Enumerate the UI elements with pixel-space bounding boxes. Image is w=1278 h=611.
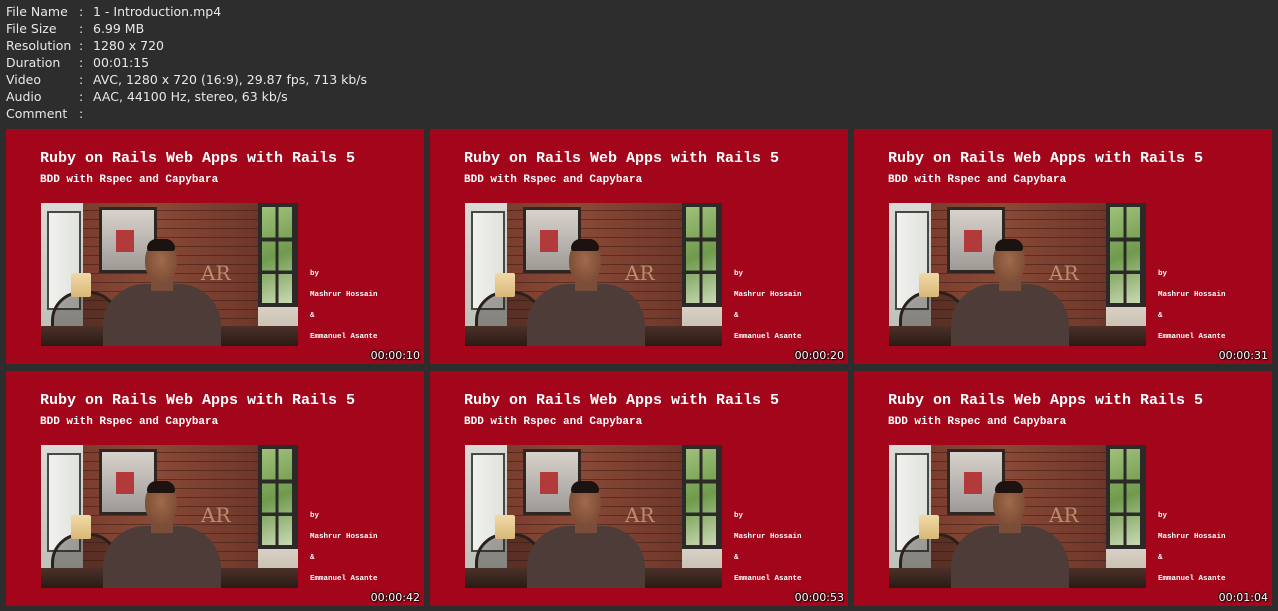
slide-subtitle: BDD with Rspec and Capybara — [888, 174, 1067, 186]
info-separator: : — [79, 38, 84, 53]
info-separator: : — [79, 106, 84, 121]
info-value: 1280 x 720 — [93, 38, 165, 53]
thumbnail-timestamp: 00:00:10 — [370, 349, 420, 362]
info-row-duration: Duration : 00:01:15 — [6, 54, 367, 71]
slide-title: Ruby on Rails Web Apps with Rails 5 — [888, 150, 1204, 167]
credit-by: by — [734, 270, 744, 278]
info-separator: : — [79, 55, 84, 70]
photo-sign-letters: AR — [625, 261, 655, 285]
info-separator: : — [79, 89, 84, 104]
slide-subtitle: BDD with Rspec and Capybara — [464, 174, 643, 186]
info-key: Comment — [6, 106, 68, 121]
credit-by: by — [1158, 270, 1168, 278]
presenter-photo: AR — [41, 445, 298, 588]
credit-ampersand: & — [1158, 554, 1163, 562]
info-key: Audio — [6, 89, 42, 104]
info-value: 1 - Introduction.mp4 — [93, 4, 222, 19]
photo-sign-letters: AR — [625, 503, 655, 527]
info-separator: : — [79, 72, 84, 87]
thumbnail-timestamp: 00:00:53 — [794, 591, 844, 604]
info-row-audio: Audio : AAC, 44100 Hz, stereo, 63 kb/s — [6, 88, 367, 105]
info-key: Resolution — [6, 38, 72, 53]
presenter-photo: AR — [889, 445, 1146, 588]
info-value: AVC, 1280 x 720 (16:9), 29.87 fps, 713 k… — [93, 72, 368, 87]
info-key: Video — [6, 72, 42, 87]
credit-ampersand: & — [310, 312, 315, 320]
file-info-panel: File Name : 1 - Introduction.mp4 File Si… — [6, 3, 367, 122]
info-row-comment: Comment : — [6, 105, 367, 122]
credit-author: Emmanuel Asante — [310, 575, 378, 583]
info-key: File Name — [6, 4, 68, 19]
thumbnail-timestamp: 00:00:42 — [370, 591, 420, 604]
photo-sign-letters: AR — [201, 503, 231, 527]
info-separator: : — [79, 21, 84, 36]
thumbnail-timestamp: 00:00:20 — [794, 349, 844, 362]
info-value: AAC, 44100 Hz, stereo, 63 kb/s — [93, 89, 288, 104]
credit-author: Mashrur Hossain — [734, 291, 802, 299]
credit-author: Emmanuel Asante — [734, 575, 802, 583]
presenter-photo: AR — [465, 203, 722, 346]
credit-author: Mashrur Hossain — [310, 291, 378, 299]
video-thumbnail[interactable]: Ruby on Rails Web Apps with Rails 5 BDD … — [854, 371, 1272, 606]
photo-sign-letters: AR — [1049, 261, 1079, 285]
thumbnail-timestamp: 00:00:31 — [1218, 349, 1268, 362]
credit-author: Mashrur Hossain — [1158, 291, 1226, 299]
slide-subtitle: BDD with Rspec and Capybara — [40, 174, 219, 186]
credit-author: Emmanuel Asante — [1158, 333, 1226, 341]
credit-author: Mashrur Hossain — [1158, 533, 1226, 541]
slide-subtitle: BDD with Rspec and Capybara — [40, 416, 219, 428]
video-thumbnail[interactable]: Ruby on Rails Web Apps with Rails 5 BDD … — [6, 129, 424, 364]
info-row-file-size: File Size : 6.99 MB — [6, 20, 367, 37]
credit-author: Mashrur Hossain — [310, 533, 378, 541]
slide-title: Ruby on Rails Web Apps with Rails 5 — [888, 392, 1204, 409]
slide-subtitle: BDD with Rspec and Capybara — [464, 416, 643, 428]
credit-ampersand: & — [734, 312, 739, 320]
credit-ampersand: & — [1158, 312, 1163, 320]
info-key: File Size — [6, 21, 57, 36]
info-row-resolution: Resolution : 1280 x 720 — [6, 37, 367, 54]
credit-ampersand: & — [310, 554, 315, 562]
slide-title: Ruby on Rails Web Apps with Rails 5 — [464, 150, 780, 167]
credit-author: Emmanuel Asante — [734, 333, 802, 341]
video-thumbnail[interactable]: Ruby on Rails Web Apps with Rails 5 BDD … — [430, 129, 848, 364]
video-thumbnail[interactable]: Ruby on Rails Web Apps with Rails 5 BDD … — [854, 129, 1272, 364]
presenter-photo: AR — [465, 445, 722, 588]
thumbnail-timestamp: 00:01:04 — [1218, 591, 1268, 604]
credit-author: Emmanuel Asante — [1158, 575, 1226, 583]
info-value: 6.99 MB — [93, 21, 145, 36]
credit-author: Mashrur Hossain — [734, 533, 802, 541]
credit-author: Emmanuel Asante — [310, 333, 378, 341]
photo-sign-letters: AR — [201, 261, 231, 285]
credit-by: by — [1158, 512, 1168, 520]
video-thumbnail[interactable]: Ruby on Rails Web Apps with Rails 5 BDD … — [6, 371, 424, 606]
slide-subtitle: BDD with Rspec and Capybara — [888, 416, 1067, 428]
info-key: Duration — [6, 55, 61, 70]
credit-by: by — [734, 512, 744, 520]
info-value: 00:01:15 — [93, 55, 150, 70]
photo-sign-letters: AR — [1049, 503, 1079, 527]
slide-title: Ruby on Rails Web Apps with Rails 5 — [464, 392, 780, 409]
credit-ampersand: & — [734, 554, 739, 562]
info-row-video: Video : AVC, 1280 x 720 (16:9), 29.87 fp… — [6, 71, 367, 88]
slide-title: Ruby on Rails Web Apps with Rails 5 — [40, 150, 356, 167]
slide-title: Ruby on Rails Web Apps with Rails 5 — [40, 392, 356, 409]
video-thumbnail[interactable]: Ruby on Rails Web Apps with Rails 5 BDD … — [430, 371, 848, 606]
presenter-photo: AR — [41, 203, 298, 346]
presenter-photo: AR — [889, 203, 1146, 346]
info-separator: : — [79, 4, 84, 19]
credit-by: by — [310, 270, 320, 278]
credit-by: by — [310, 512, 320, 520]
thumbnail-grid: Ruby on Rails Web Apps with Rails 5 BDD … — [6, 129, 1274, 606]
info-row-file-name: File Name : 1 - Introduction.mp4 — [6, 3, 367, 20]
